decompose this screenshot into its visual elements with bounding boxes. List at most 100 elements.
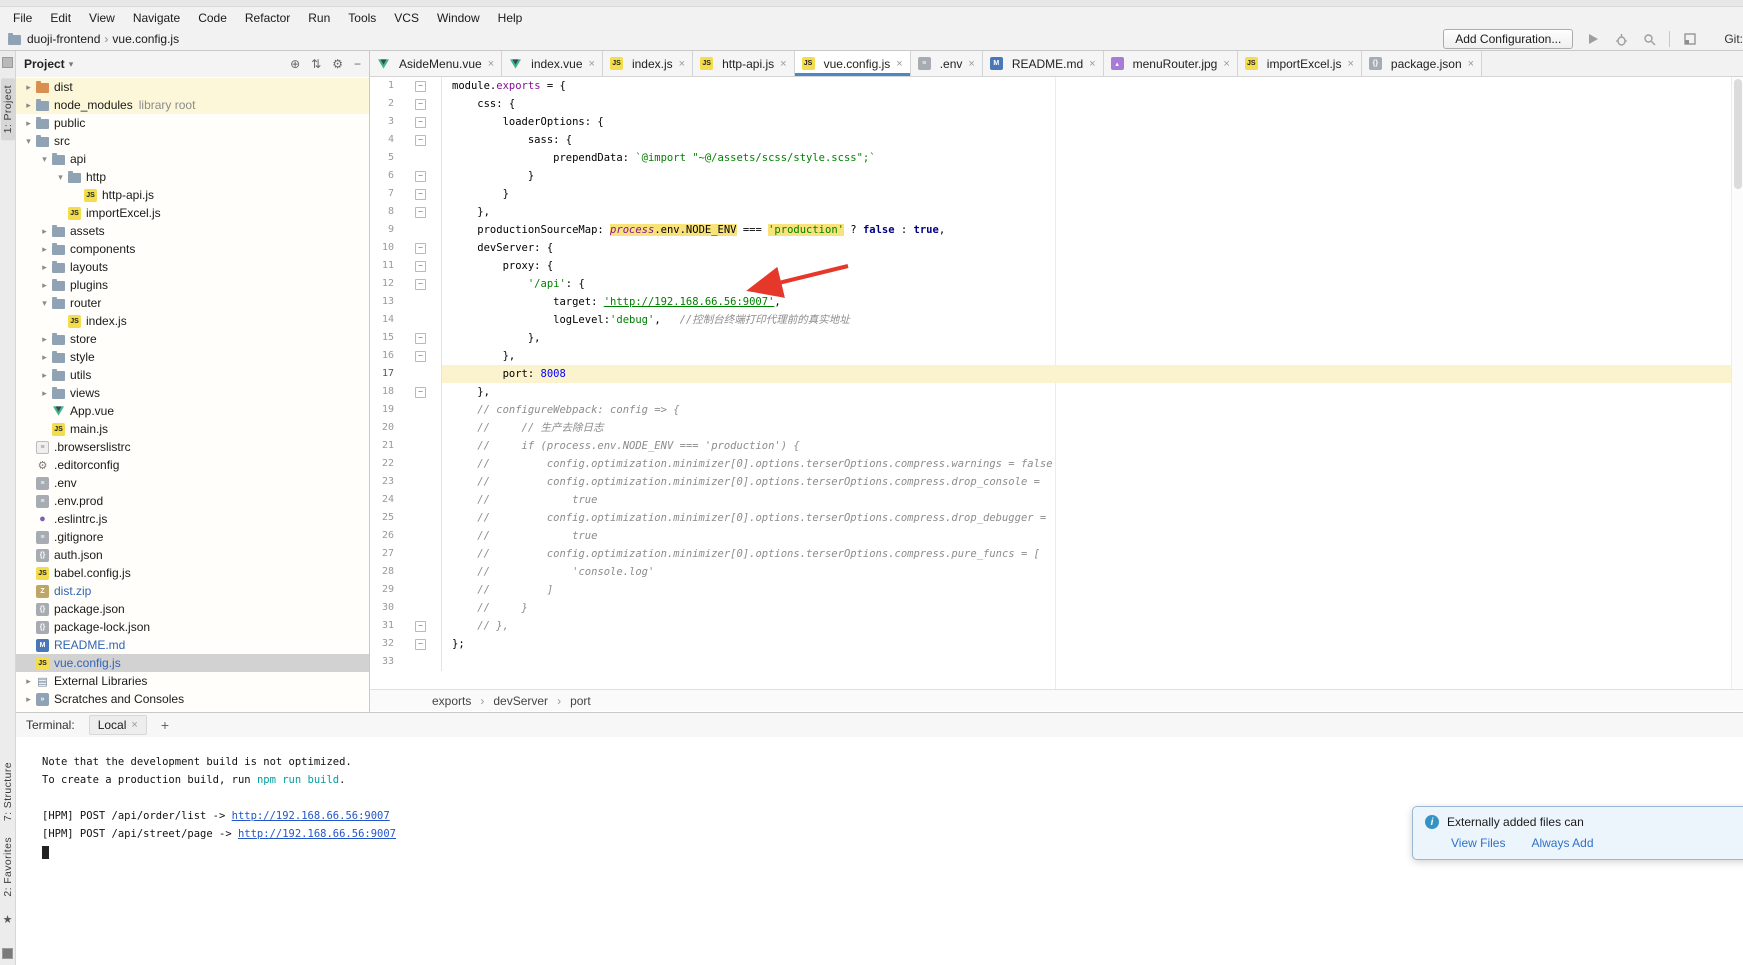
collapse-all-icon[interactable]: ⇅ <box>311 57 321 71</box>
debug-icon[interactable] <box>1613 31 1629 47</box>
add-configuration-button[interactable]: Add Configuration... <box>1443 29 1573 49</box>
close-icon[interactable]: × <box>679 58 685 70</box>
tree-item-api[interactable]: ▾api <box>16 150 369 168</box>
menu-navigate[interactable]: Navigate <box>124 11 189 25</box>
code-line[interactable]: 10− devServer: { <box>370 239 1743 257</box>
tab-package-json[interactable]: {}package.json× <box>1362 51 1482 76</box>
code-line[interactable]: 2− css: { <box>370 95 1743 113</box>
locate-file-icon[interactable]: ⊕ <box>290 57 300 71</box>
project-view-selector[interactable]: Project <box>24 57 65 71</box>
menu-run[interactable]: Run <box>299 11 339 25</box>
tree-item-gitignore[interactable]: ≡.gitignore <box>16 528 369 546</box>
close-icon[interactable]: × <box>1468 58 1474 70</box>
tree-item-browserslistrc[interactable]: ≡.browserslistrc <box>16 438 369 456</box>
tree-item-http[interactable]: ▾http <box>16 168 369 186</box>
fold-icon[interactable]: − <box>415 135 426 146</box>
chevron-right-icon[interactable]: ▸ <box>38 280 51 291</box>
terminal-tab-local[interactable]: Local × <box>89 715 147 735</box>
menu-vcs[interactable]: VCS <box>385 11 428 25</box>
chevron-right-icon[interactable]: ▸ <box>38 388 51 399</box>
fold-icon[interactable]: − <box>415 333 426 344</box>
tree-item-components[interactable]: ▸components <box>16 240 369 258</box>
tree-item-package-json[interactable]: {}package.json <box>16 600 369 618</box>
new-terminal-icon[interactable]: + <box>161 717 169 733</box>
code-line[interactable]: 3− loaderOptions: { <box>370 113 1743 131</box>
menu-window[interactable]: Window <box>428 11 489 25</box>
code-line[interactable]: 16− }, <box>370 347 1743 365</box>
code-line[interactable]: 15− }, <box>370 329 1743 347</box>
code-line[interactable]: 11− proxy: { <box>370 257 1743 275</box>
breadcrumb-exports[interactable]: exports <box>432 694 471 708</box>
tab-importexcel-js[interactable]: JSimportExcel.js× <box>1238 51 1362 76</box>
fold-icon[interactable]: − <box>415 81 426 92</box>
tool-windows-icon[interactable] <box>1682 31 1698 47</box>
code-line[interactable]: 13 target: 'http://192.168.66.56:9007', <box>370 293 1743 311</box>
chevron-right-icon[interactable]: ▸ <box>38 370 51 381</box>
terminal-link[interactable]: http://192.168.66.56:9007 <box>232 810 390 822</box>
close-icon[interactable]: × <box>589 58 595 70</box>
tree-item-layouts[interactable]: ▸layouts <box>16 258 369 276</box>
code-line[interactable]: 31− // }, <box>370 617 1743 635</box>
close-icon[interactable]: × <box>1347 58 1353 70</box>
editor-pane[interactable]: 1−module.exports = {2− css: {3− loaderOp… <box>370 77 1743 689</box>
tab-menurouter-jpg[interactable]: ▴menuRouter.jpg× <box>1104 51 1238 76</box>
code-line[interactable]: 29 // ] <box>370 581 1743 599</box>
tab-index-vue[interactable]: index.vue× <box>502 51 603 76</box>
close-icon[interactable]: × <box>131 719 137 731</box>
tree-item-editorconfig[interactable]: ⚙.editorconfig <box>16 456 369 474</box>
editor-scrollbar[interactable] <box>1731 77 1743 689</box>
chevron-right-icon[interactable]: ▸ <box>22 82 35 93</box>
menu-edit[interactable]: Edit <box>41 11 80 25</box>
search-icon[interactable] <box>1641 31 1657 47</box>
code-line[interactable]: 8− }, <box>370 203 1743 221</box>
tree-item-utils[interactable]: ▸utils <box>16 366 369 384</box>
close-icon[interactable]: × <box>1089 58 1095 70</box>
tree-item-public[interactable]: ▸public <box>16 114 369 132</box>
breadcrumb-project[interactable]: duoji-frontend <box>27 32 100 46</box>
tab-vue-config-js[interactable]: JSvue.config.js× <box>795 51 911 76</box>
tree-item-env-prod[interactable]: ≡.env.prod <box>16 492 369 510</box>
tree-item-store[interactable]: ▸store <box>16 330 369 348</box>
chevron-down-icon[interactable]: ▾ <box>22 136 35 147</box>
fold-icon[interactable]: − <box>415 99 426 110</box>
tree-item-http-api-js[interactable]: JShttp-api.js <box>16 186 369 204</box>
fold-icon[interactable]: − <box>415 639 426 650</box>
git-widget-label[interactable]: Git: <box>1724 32 1743 46</box>
hide-panel-icon[interactable]: − <box>354 57 361 71</box>
tool-window-icon[interactable] <box>2 57 13 68</box>
tab-asidemenu-vue[interactable]: AsideMenu.vue× <box>370 51 502 76</box>
stripe-favorites-button[interactable]: 2: Favorites <box>2 837 14 897</box>
code-line[interactable]: 26 // true <box>370 527 1743 545</box>
tree-item-dist[interactable]: ▸dist <box>16 78 369 96</box>
menu-file[interactable]: File <box>4 11 41 25</box>
chevron-down-icon[interactable]: ▾ <box>38 298 51 309</box>
chevron-right-icon[interactable]: ▸ <box>22 676 35 687</box>
code-line[interactable]: 23 // config.optimization.minimizer[0].o… <box>370 473 1743 491</box>
tree-item-main-js[interactable]: JSmain.js <box>16 420 369 438</box>
code-line[interactable]: 30 // } <box>370 599 1743 617</box>
tree-item-assets[interactable]: ▸assets <box>16 222 369 240</box>
code-line[interactable]: 12− '/api': { <box>370 275 1743 293</box>
tree-item-style[interactable]: ▸style <box>16 348 369 366</box>
tree-item-external-libraries[interactable]: ▸▤External Libraries <box>16 672 369 690</box>
menu-code[interactable]: Code <box>189 11 236 25</box>
code-line[interactable]: 4− sass: { <box>370 131 1743 149</box>
stripe-structure-button[interactable]: 7: Structure <box>2 762 14 821</box>
tree-item-vue-config-js[interactable]: JSvue.config.js <box>16 654 369 672</box>
tab-http-api-js[interactable]: JShttp-api.js× <box>693 51 794 76</box>
breadcrumb-devserver[interactable]: devServer <box>493 694 548 708</box>
star-icon[interactable]: ★ <box>3 913 13 926</box>
fold-icon[interactable]: − <box>415 621 426 632</box>
fold-icon[interactable]: − <box>415 351 426 362</box>
tab-env[interactable]: ≡.env× <box>911 51 983 76</box>
tree-item-node-modules[interactable]: ▸node_moduleslibrary root <box>16 96 369 114</box>
code-line[interactable]: 33 <box>370 653 1743 671</box>
chevron-right-icon[interactable]: ▸ <box>38 352 51 363</box>
run-icon[interactable] <box>1585 31 1601 47</box>
notification-action-view-files[interactable]: View Files <box>1451 836 1505 850</box>
code-line[interactable]: 27 // config.optimization.minimizer[0].o… <box>370 545 1743 563</box>
fold-icon[interactable]: − <box>415 117 426 128</box>
tree-item-auth-json[interactable]: {}auth.json <box>16 546 369 564</box>
code-line[interactable]: 32−}; <box>370 635 1743 653</box>
fold-icon[interactable]: − <box>415 261 426 272</box>
